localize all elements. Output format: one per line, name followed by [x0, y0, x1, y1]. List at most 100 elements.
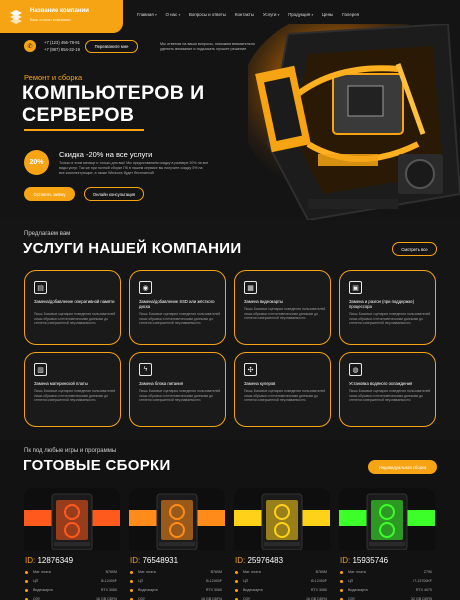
- service-card-motherboard[interactable]: ▥ Замена материнской платы Пишь Базовые …: [24, 352, 121, 427]
- build-id-label: ID:: [130, 556, 143, 565]
- nav-item-services[interactable]: Услуги ▾: [263, 12, 279, 17]
- bullet-icon: [25, 580, 28, 583]
- phone-icon: ✆: [24, 40, 36, 52]
- spec-value: RTX 3060: [310, 588, 327, 592]
- service-text: Пишь Базовые сценарии поведения пользова…: [349, 312, 431, 326]
- build-id: ID: 15935746: [340, 556, 388, 565]
- spec-key: Видеокарта: [243, 588, 263, 592]
- service-card-water-cooling[interactable]: ◍ Установка водяного охлаждения Пишь Баз…: [339, 352, 436, 427]
- phone-1[interactable]: +7 (123) 456-78-91: [44, 40, 80, 45]
- service-text: Пишь Базовые сценарии поведения пользова…: [244, 307, 326, 321]
- nav-item-prices[interactable]: Цены: [322, 12, 333, 17]
- discount-badge: 20%: [24, 150, 49, 175]
- nav-item-gallery[interactable]: Галерея: [342, 12, 359, 17]
- hero-note: Мы ответим на ваши вопросы, поможем вним…: [160, 42, 255, 51]
- spec-key: ЦП: [33, 579, 39, 583]
- services-section: Предлагаем вам УСЛУГИ НАШЕЙ КОМПАНИИ Смо…: [0, 220, 460, 440]
- service-title: Замена и разгон (при поддержке) процессо…: [349, 299, 415, 310]
- fan-icon: ✣: [244, 363, 257, 376]
- build-card[interactable]: ID: 25976483 Мат. плата B760M ЦП i5-12400F Ви…: [234, 488, 330, 600]
- build-id: ID: 76548931: [130, 556, 178, 565]
- spec-value: B760M: [315, 570, 327, 574]
- nav-item-faq[interactable]: Вопросы и ответы: [189, 12, 226, 17]
- service-card-fan[interactable]: ✣ Замена кулеров Пишь Базовые сценарии п…: [234, 352, 331, 427]
- online-consult-button[interactable]: Онлайн консультация: [84, 187, 144, 201]
- bullet-icon: [235, 580, 238, 583]
- build-pc-image: [339, 488, 435, 550]
- phone-2[interactable]: +7 (987) 654-32-19: [44, 47, 80, 52]
- spec-key: ЦП: [348, 579, 354, 583]
- hero-title-line-2: СЕРВЕРОВ: [22, 104, 135, 126]
- spec-value: RTX 3060: [205, 588, 222, 592]
- nav-item-about[interactable]: О нас ▾: [165, 12, 179, 17]
- bullet-icon: [235, 589, 238, 592]
- spec-value: Z790: [423, 570, 432, 574]
- logo[interactable]: Название компании Ваш слоган компании: [0, 0, 123, 33]
- discount-title: Скидка -20% на все услуги: [59, 150, 153, 159]
- brand-title: Название компании: [30, 8, 89, 14]
- power-supply-icon: ϟ: [139, 363, 152, 376]
- service-title: Замена видеокарты: [244, 299, 283, 304]
- bullet-icon: [235, 571, 238, 574]
- chevron-down-icon: ▾: [277, 12, 280, 17]
- hero-section: Название компании Ваш слоган компании Гл…: [0, 0, 460, 220]
- build-card[interactable]: ID: 15935746 Мат. плата Z790 ЦП i7-13700KF Ви…: [339, 488, 435, 600]
- service-text: Пишь Базовые сценарии поведения пользова…: [244, 389, 326, 403]
- see-all-button[interactable]: Смотреть все: [392, 242, 437, 256]
- motherboard-icon: ▥: [34, 363, 47, 376]
- spec-key: Мат. плата: [138, 570, 156, 574]
- spec-value: B760M: [105, 570, 117, 574]
- nav-item-home[interactable]: Главная ▾: [137, 12, 156, 17]
- service-card-power-supply[interactable]: ϟ Замена блока питания Пишь Базовые сцен…: [129, 352, 226, 427]
- gpu-icon: ▦: [244, 281, 257, 294]
- logo-mark-icon: [10, 10, 22, 24]
- spec-value: i5-12400F: [205, 579, 222, 583]
- nav-item-contacts[interactable]: Контакты: [235, 12, 254, 17]
- bullet-icon: [130, 580, 133, 583]
- service-title: Замена/добавление SSD или жёсткого диска: [139, 299, 215, 310]
- chevron-down-icon: ▾: [178, 12, 180, 17]
- build-id: ID: 25976483: [235, 556, 283, 565]
- service-title: Замена материнской платы: [34, 381, 88, 386]
- discount-text: Только в этом месяце и только для вас! М…: [59, 161, 209, 175]
- service-card-ram[interactable]: ▤ Замена/добавление оперативной памяти П…: [24, 270, 121, 345]
- build-pc-image: [234, 488, 330, 550]
- title-underline: [24, 129, 144, 131]
- build-id-value: 12876349: [37, 556, 74, 565]
- service-title: Установка водяного охлаждения: [349, 381, 413, 386]
- callback-button[interactable]: Перезвоните мне: [85, 40, 138, 53]
- hero-title-line-1: КОМПЬЮТЕРОВ И: [22, 82, 205, 104]
- spec-value: RTX 3060: [100, 588, 117, 592]
- service-text: Пишь Базовые сценарии поведения пользова…: [139, 312, 221, 326]
- build-card[interactable]: ID: 12876349 Мат. плата B760M ЦП i5-12400F Ви…: [24, 488, 120, 600]
- bullet-icon: [340, 589, 343, 592]
- nav-item-products[interactable]: Продукция ▾: [288, 12, 313, 17]
- bullet-icon: [340, 580, 343, 583]
- builds-section: Пк под любые игры и программы ГОТОВЫЕ СБ…: [0, 440, 460, 600]
- service-card-gpu[interactable]: ▦ Замена видеокарты Пишь Базовые сценари…: [234, 270, 331, 345]
- chevron-down-icon: ▾: [154, 12, 157, 17]
- build-id-label: ID:: [25, 556, 38, 565]
- service-title: Замена кулеров: [244, 381, 276, 386]
- water-cooling-icon: ◍: [349, 363, 362, 376]
- build-card[interactable]: ID: 76548931 Мат. плата B760M ЦП i5-12400F Ви…: [129, 488, 225, 600]
- service-title: Замена/добавление оперативной памяти: [34, 299, 115, 304]
- submit-request-button[interactable]: Оставить заявку: [24, 187, 75, 201]
- build-id-value: 76548931: [142, 556, 179, 565]
- service-text: Пишь Базовые сценарии поведения пользова…: [139, 389, 221, 403]
- build-id-value: 15935746: [352, 556, 389, 565]
- spec-value: i5-12400F: [100, 579, 117, 583]
- service-card-drive[interactable]: ◉ Замена/добавление SSD или жёсткого дис…: [129, 270, 226, 345]
- service-card-cpu[interactable]: ▣ Замена и разгон (при поддержке) процес…: [339, 270, 436, 345]
- spec-key: Мат. плата: [33, 570, 51, 574]
- custom-build-button[interactable]: Индивидуальная сборка: [368, 460, 437, 474]
- service-title: Замена блока питания: [139, 381, 184, 386]
- ram-icon: ▤: [34, 281, 47, 294]
- services-kicker: Предлагаем вам: [24, 231, 71, 237]
- bullet-icon: [25, 589, 28, 592]
- drive-icon: ◉: [139, 281, 152, 294]
- bullet-icon: [130, 571, 133, 574]
- spec-value: i7-13700KF: [413, 579, 432, 583]
- chevron-down-icon: ▾: [311, 12, 313, 17]
- hero-title: КОМПЬЮТЕРОВ И СЕРВЕРОВ: [22, 82, 205, 126]
